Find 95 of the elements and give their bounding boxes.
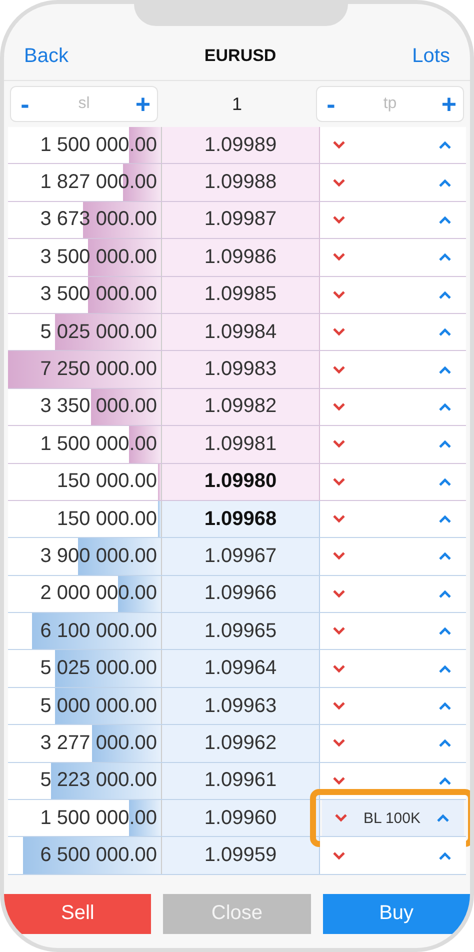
chevron-down-icon[interactable] [332, 214, 346, 225]
volume-cell: 150 000.00 [8, 464, 162, 500]
chevron-up-icon[interactable] [438, 738, 452, 748]
chevron-up-icon[interactable] [438, 439, 452, 450]
chevron-up-icon[interactable] [438, 551, 452, 562]
price-cell: 1.09964 [162, 650, 320, 687]
price-cell: 1.09987 [162, 202, 320, 238]
order-label: BL 100K [364, 810, 420, 827]
volume-cell: 3 500 000.00 [8, 276, 162, 313]
chevron-up-icon[interactable] [438, 626, 452, 636]
chevron-up-icon[interactable] [438, 776, 452, 786]
stop-loss-input[interactable]: sl [35, 94, 133, 114]
price-cell: 1.09961 [162, 762, 320, 800]
price-cell: 1.09959 [162, 837, 320, 874]
chevron-down-icon[interactable] [332, 439, 346, 450]
chevron-down-icon[interactable] [332, 140, 346, 150]
minus-button[interactable]: - [321, 91, 341, 117]
price-cell: 1.09965 [162, 613, 320, 650]
chevron-up-icon[interactable] [438, 214, 452, 225]
volume-field[interactable]: 1 [164, 86, 310, 122]
chevron-up-icon[interactable] [438, 140, 452, 150]
minus-button[interactable]: - [15, 91, 35, 117]
price-cell: 1.09966 [162, 576, 320, 612]
price-cell: 1.09989 [162, 127, 320, 164]
volume-cell: 3 500 000.00 [8, 239, 162, 276]
chevron-down-icon[interactable] [332, 327, 346, 338]
chevron-up-icon[interactable] [438, 178, 452, 188]
chevron-down-icon[interactable] [332, 626, 346, 636]
volume-cell: 3 350 000.00 [8, 388, 162, 426]
volume-cell: 3 673 000.00 [8, 202, 162, 238]
volume-cell: 2 000 000.00 [8, 576, 162, 612]
volume-cell: 5 000 000.00 [8, 688, 162, 724]
chevron-down-icon[interactable] [332, 664, 346, 674]
chevron-down-icon[interactable] [332, 178, 346, 188]
price-cell: 1.09962 [162, 725, 320, 762]
price-cell: 1.09963 [162, 688, 320, 724]
chevron-down-icon[interactable] [332, 252, 346, 262]
price-cell: 1.09986 [162, 239, 320, 276]
volume-cell: 1 500 000.00 [8, 800, 162, 836]
volume-cell: 6 100 000.00 [8, 613, 162, 650]
volume-cell: 5 025 000.00 [8, 314, 162, 350]
plus-button[interactable]: + [133, 91, 153, 117]
volume-cell: 7 250 000.00 [8, 351, 162, 388]
chevron-up-icon[interactable] [438, 701, 452, 712]
price-cell: 1.09983 [162, 351, 320, 388]
volume-cell: 5 025 000.00 [8, 650, 162, 687]
chevron-down-icon[interactable] [332, 551, 346, 562]
chevron-down-icon[interactable] [332, 776, 346, 786]
take-profit-input[interactable]: tp [341, 94, 439, 114]
chevron-down-icon[interactable] [332, 738, 346, 748]
stop-loss-field[interactable]: - sl + [10, 86, 158, 122]
chevron-up-icon[interactable] [438, 402, 452, 412]
lots-link[interactable]: Lots [412, 44, 450, 68]
chevron-up-icon[interactable] [438, 588, 452, 599]
chevron-up-icon[interactable] [438, 290, 452, 300]
chevron-down-icon[interactable] [332, 701, 346, 712]
price-cell: 1.09985 [162, 276, 320, 313]
take-profit-field[interactable]: - tp + [316, 86, 464, 122]
chevron-up-icon[interactable] [438, 327, 452, 338]
volume-cell: 1 500 000.00 [8, 426, 162, 463]
chevron-up-icon[interactable] [436, 813, 450, 824]
chevron-down-icon[interactable] [334, 813, 348, 824]
chevron-down-icon[interactable] [332, 402, 346, 412]
chevron-down-icon[interactable] [332, 476, 346, 487]
volume-cell: 150 000.00 [8, 500, 162, 538]
chevron-down-icon[interactable] [332, 364, 346, 375]
volume-cell: 3 900 000.00 [8, 538, 162, 575]
back-link[interactable]: Back [24, 44, 68, 68]
price-cell: 1.09968 [162, 500, 320, 538]
price-cell: 1.09982 [162, 388, 320, 426]
volume-cell: 1 827 000.00 [8, 164, 162, 201]
chevron-down-icon[interactable] [332, 514, 346, 524]
chevron-up-icon[interactable] [438, 664, 452, 674]
volume-cell: 3 277 000.00 [8, 725, 162, 762]
chevron-up-icon[interactable] [438, 252, 452, 262]
buy-button[interactable]: Buy [322, 894, 470, 934]
chevron-up-icon[interactable] [438, 364, 452, 375]
sell-button[interactable]: Sell [4, 894, 152, 934]
price-cell: 1.09960 [162, 800, 320, 836]
plus-button[interactable]: + [439, 91, 459, 117]
volume-cell: 6 500 000.00 [8, 837, 162, 874]
price-cell: 1.09980 [162, 464, 320, 500]
chevron-down-icon[interactable] [332, 290, 346, 300]
price-cell: 1.09981 [162, 426, 320, 463]
volume-cell: 1 500 000.00 [8, 127, 162, 164]
price-cell: 1.09988 [162, 164, 320, 201]
chevron-up-icon[interactable] [438, 514, 452, 524]
price-cell: 1.09967 [162, 538, 320, 575]
symbol-title: EURUSD [204, 46, 276, 66]
price-cell: 1.09984 [162, 314, 320, 350]
chevron-down-icon[interactable] [332, 850, 346, 861]
chevron-up-icon[interactable] [438, 850, 452, 861]
chevron-down-icon[interactable] [332, 588, 346, 599]
volume-cell: 5 223 000.00 [8, 762, 162, 800]
chevron-up-icon[interactable] [438, 476, 452, 487]
